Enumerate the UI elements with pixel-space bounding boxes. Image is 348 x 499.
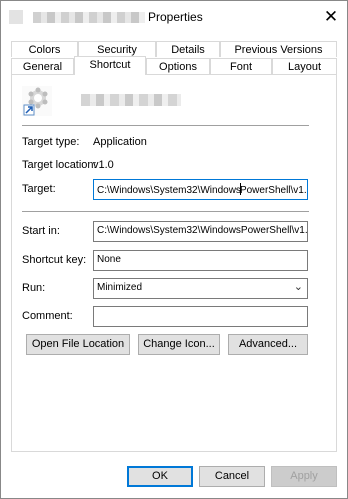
target-text-before-caret: C:\Windows\System32\Windows (97, 185, 241, 196)
shortcut-key-input[interactable]: None (93, 250, 308, 271)
apply-button[interactable]: Apply (271, 466, 337, 487)
properties-dialog: Properties ✕ Colors Security Details Pre… (0, 0, 348, 499)
open-file-location-button[interactable]: Open File Location (26, 334, 130, 355)
shortcut-file-icon (9, 10, 23, 24)
run-selected-value: Minimized (97, 282, 143, 293)
title-bar: Properties ✕ (1, 1, 347, 33)
target-input[interactable]: C:\Windows\System32\WindowsPowerShell\v1… (93, 179, 308, 200)
run-select[interactable]: Minimized ⌄ (93, 278, 308, 299)
close-icon[interactable]: ✕ (323, 8, 339, 25)
ok-button[interactable]: OK (127, 466, 193, 487)
cancel-button[interactable]: Cancel (199, 466, 265, 487)
advanced-button[interactable]: Advanced... (228, 334, 308, 355)
target-type-label: Target type: (22, 136, 80, 148)
application-shortcut-icon (22, 86, 52, 116)
divider-top (22, 125, 309, 126)
comment-label: Comment: (22, 310, 73, 322)
tab-options[interactable]: Options (146, 58, 210, 74)
tab-previous-versions[interactable]: Previous Versions (220, 41, 337, 57)
target-label: Target: (22, 183, 56, 195)
tab-general[interactable]: General (11, 58, 74, 74)
tab-colors[interactable]: Colors (11, 41, 78, 57)
target-text-after-caret: PowerShell\v1.0 (239, 185, 308, 196)
tab-font[interactable]: Font (210, 58, 272, 74)
chevron-down-icon: ⌄ (293, 281, 303, 293)
target-location-value: v1.0 (93, 159, 114, 171)
change-icon-button[interactable]: Change Icon... (138, 334, 220, 355)
tab-layout[interactable]: Layout (272, 58, 337, 74)
blurred-file-name (33, 12, 145, 23)
comment-input[interactable] (93, 306, 308, 327)
tab-details[interactable]: Details (156, 41, 220, 57)
shortcut-key-label: Shortcut key: (22, 254, 87, 266)
divider-middle (22, 211, 309, 212)
target-type-value: Application (93, 136, 147, 148)
window-title: Properties (148, 10, 203, 24)
blurred-shortcut-name (81, 94, 181, 106)
tab-shortcut[interactable]: Shortcut (74, 56, 146, 75)
target-location-label: Target location: (22, 159, 97, 171)
tab-security[interactable]: Security (78, 41, 156, 57)
start-in-label: Start in: (22, 225, 60, 237)
start-in-input[interactable]: C:\Windows\System32\WindowsPowerShell\v1… (93, 221, 308, 242)
run-label: Run: (22, 282, 46, 294)
